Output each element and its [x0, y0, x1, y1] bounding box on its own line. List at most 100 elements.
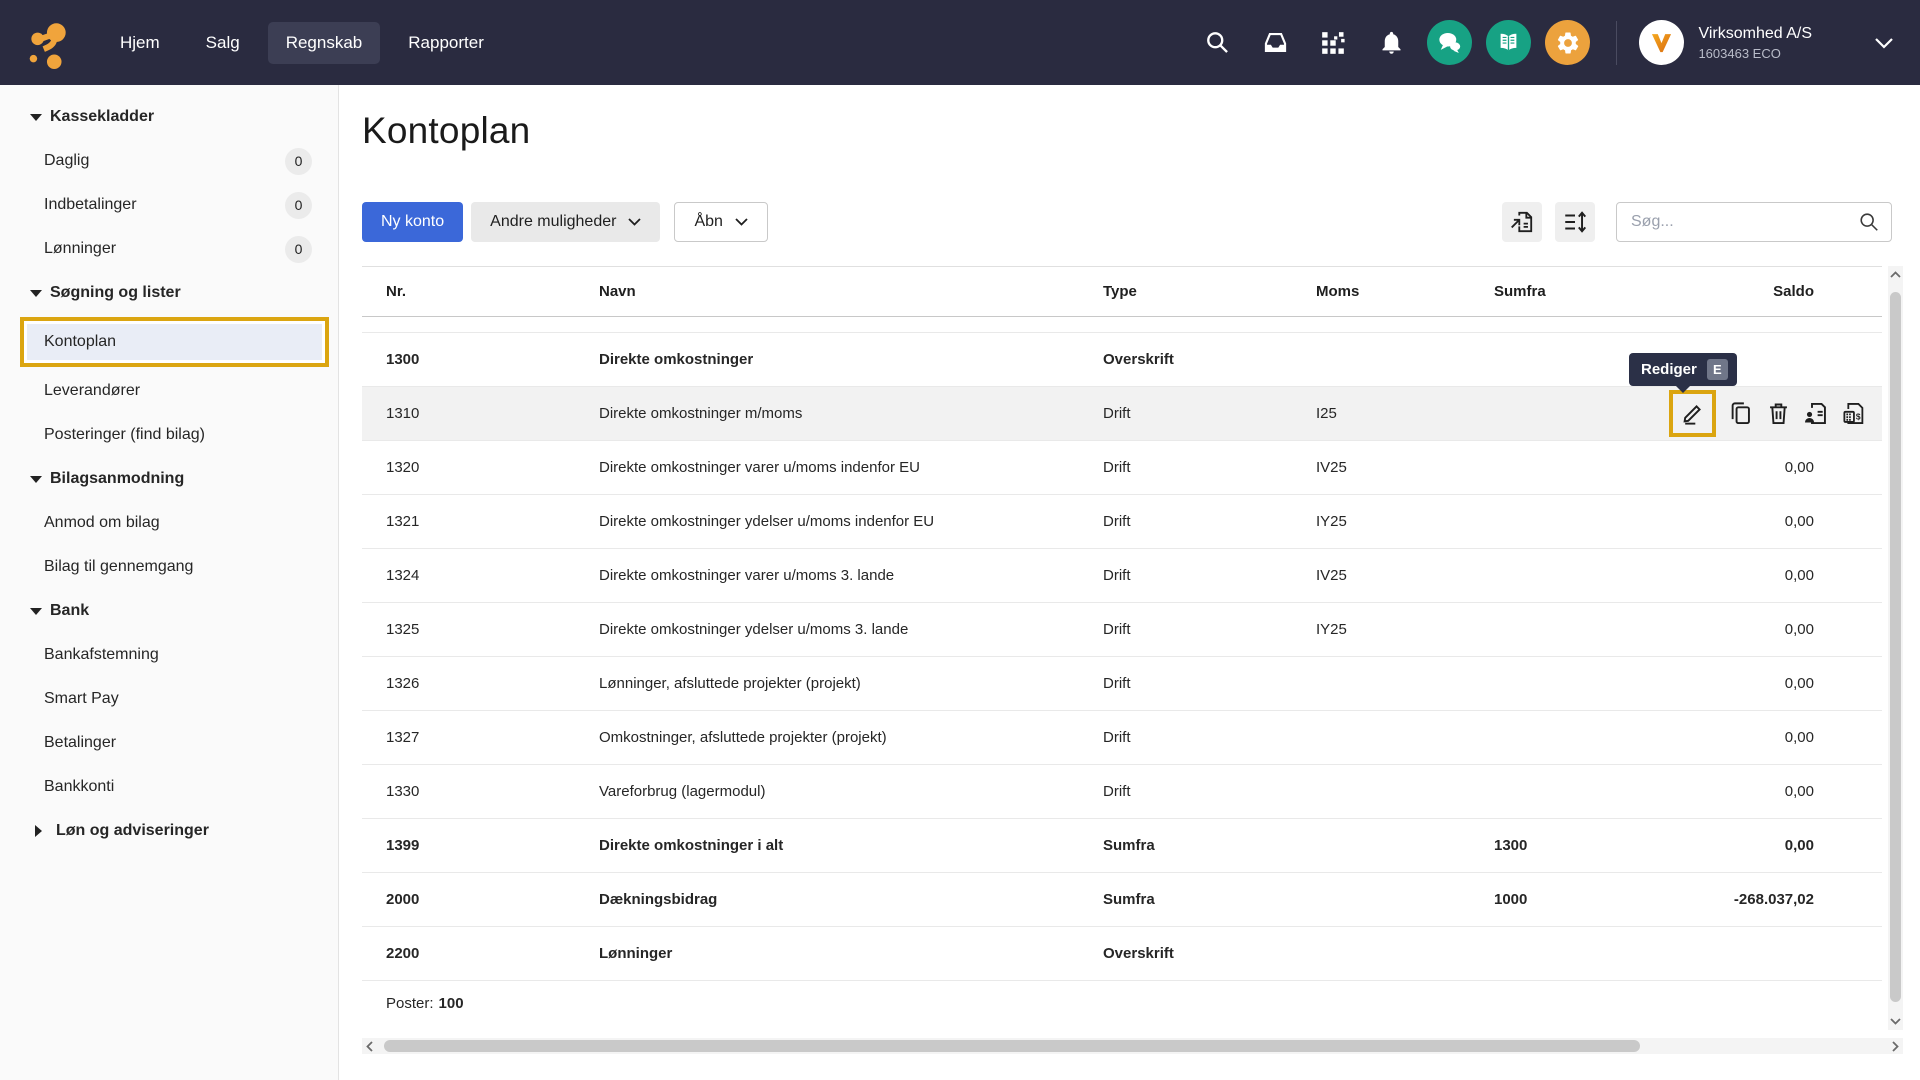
- sort-icon[interactable]: [1555, 202, 1595, 242]
- table-row-1327[interactable]: 1327Omkostninger, afsluttede projekter (…: [362, 711, 1882, 765]
- search-icon[interactable]: [1195, 21, 1239, 65]
- column-header-navn[interactable]: Navn: [599, 283, 1103, 300]
- horizontal-scrollbar[interactable]: [362, 1038, 1903, 1054]
- main-content: Kontoplan Ny konto Andre muligheder Åbn: [339, 85, 1920, 1080]
- cell-navn: Direkte omkostninger varer u/moms 3. lan…: [599, 567, 1103, 584]
- notifications-icon[interactable]: [1369, 21, 1413, 65]
- cell-navn: Direkte omkostninger: [599, 351, 1103, 368]
- column-header-saldo[interactable]: Saldo: [1674, 283, 1814, 300]
- table-row-2000[interactable]: 2000DækningsbidragSumfra1000-268.037,02: [362, 873, 1882, 927]
- sidebar-item-daglig[interactable]: Daglig0: [0, 139, 338, 183]
- sidebar-item-smart-pay[interactable]: Smart Pay: [0, 677, 338, 721]
- nav-item-hjem[interactable]: Hjem: [102, 22, 178, 64]
- nav-item-regnskab[interactable]: Regnskab: [268, 22, 381, 64]
- cell-nr: 2200: [386, 945, 599, 962]
- open-button[interactable]: Åbn: [674, 202, 767, 242]
- inbox-icon[interactable]: [1253, 21, 1297, 65]
- chat-icon[interactable]: [1427, 20, 1472, 65]
- export-icon[interactable]: [1502, 202, 1542, 242]
- sidebar-item-bilag-til-gennemgang[interactable]: Bilag til gennemgang: [0, 545, 338, 589]
- sidebar-item-bankafstemning[interactable]: Bankafstemning: [0, 633, 338, 677]
- sidebar-item-anmod-om-bilag[interactable]: Anmod om bilag: [0, 501, 338, 545]
- tooltip-label: Rediger: [1641, 361, 1697, 378]
- sidebar-section-bilagsanmodning[interactable]: Bilagsanmodning: [0, 457, 338, 501]
- column-header-type[interactable]: Type: [1103, 283, 1316, 300]
- sidebar-item-posteringer-find-bilag[interactable]: Posteringer (find bilag): [0, 413, 338, 457]
- sidebar-section-label: Kassekladder: [50, 108, 154, 126]
- sidebar-item-l-nninger[interactable]: Lønninger0: [0, 227, 338, 271]
- vertical-scroll-thumb[interactable]: [1890, 292, 1901, 1002]
- chevron-down-icon[interactable]: [1874, 37, 1894, 49]
- search-icon[interactable]: [1858, 211, 1880, 238]
- cell-nr: 1330: [386, 783, 599, 800]
- sidebar: Kassekladder Daglig0Indbetalinger0Lønning…: [0, 85, 339, 1080]
- more-options-label: Andre muligheder: [490, 213, 616, 231]
- navbar-right: Virksomhed A/S 1603463 ECO: [1181, 20, 1894, 65]
- sidebar-section-label: Løn og adviseringer: [56, 822, 209, 840]
- table-row-1325[interactable]: 1325Direkte omkostninger ydelser u/moms …: [362, 603, 1882, 657]
- cell-saldo: 0,00: [1674, 837, 1814, 854]
- table-row-1324[interactable]: 1324Direkte omkostninger varer u/moms 3.…: [362, 549, 1882, 603]
- sidebar-item-kontoplan[interactable]: Kontoplan: [20, 317, 329, 367]
- sidebar-item-leverand-rer[interactable]: Leverandører: [0, 369, 338, 413]
- cell-type: Drift: [1103, 513, 1316, 530]
- table-header-row: Nr.NavnTypeMomsSumfraSaldo: [362, 267, 1882, 317]
- sidebar-section-s-gning-og-lister[interactable]: Søgning og lister: [0, 271, 338, 315]
- navbar-divider: [1616, 21, 1617, 65]
- company-id: 1603463 ECO: [1698, 46, 1812, 61]
- nav-item-salg[interactable]: Salg: [188, 22, 258, 64]
- partial-row: [362, 317, 1882, 333]
- company-menu[interactable]: Virksomhed A/S 1603463 ECO: [1639, 20, 1812, 65]
- scroll-down-icon[interactable]: [1889, 1017, 1902, 1026]
- cell-navn: Direkte omkostninger i alt: [599, 837, 1103, 854]
- entries-icon[interactable]: [1803, 400, 1830, 427]
- cell-navn: Direkte omkostninger ydelser u/moms 3. l…: [599, 621, 1103, 638]
- copy-icon[interactable]: [1727, 400, 1754, 427]
- sidebar-section-bank[interactable]: Bank: [0, 589, 338, 633]
- sidebar-section-l-n-og-adviseringer[interactable]: Løn og adviseringer: [0, 809, 338, 853]
- new-account-button[interactable]: Ny konto: [362, 202, 463, 242]
- vertical-scrollbar[interactable]: [1888, 266, 1903, 1030]
- table-row-1320[interactable]: 1320Direkte omkostninger varer u/moms in…: [362, 441, 1882, 495]
- sidebar-section-label: Søgning og lister: [50, 284, 181, 302]
- horizontal-scroll-thumb[interactable]: [384, 1040, 1640, 1052]
- scroll-up-icon[interactable]: [1889, 270, 1902, 279]
- sidebar-item-indbetalinger[interactable]: Indbetalinger0: [0, 183, 338, 227]
- table-row-1330[interactable]: 1330Vareforbrug (lagermodul)Drift0,00: [362, 765, 1882, 819]
- sidebar-section-kassekladder[interactable]: Kassekladder: [0, 95, 338, 139]
- delete-icon[interactable]: [1765, 400, 1792, 427]
- edit-icon[interactable]: [1679, 400, 1706, 427]
- table-row-2200[interactable]: 2200LønningerOverskrift: [362, 927, 1882, 981]
- more-options-button[interactable]: Andre muligheder: [471, 202, 660, 242]
- accounts-table: Nr.NavnTypeMomsSumfraSaldo 1300Direkte o…: [362, 266, 1882, 1025]
- cell-saldo: 0,00: [1674, 675, 1814, 692]
- e-conomic-logo-icon[interactable]: [22, 17, 74, 69]
- cell-nr: 1399: [386, 837, 599, 854]
- cell-type: Overskrift: [1103, 351, 1316, 368]
- cell-type: Drift: [1103, 675, 1316, 692]
- shortcut-key-badge: E: [1707, 359, 1728, 380]
- apps-grid-icon[interactable]: [1311, 21, 1355, 65]
- sidebar-item-betalinger[interactable]: Betalinger: [0, 721, 338, 765]
- sidebar-item-label: Anmod om bilag: [44, 514, 320, 532]
- sidebar-section-label: Bilagsanmodning: [50, 470, 184, 488]
- sidebar-item-bankkonti[interactable]: Bankkonti: [0, 765, 338, 809]
- scroll-right-icon[interactable]: [1891, 1040, 1900, 1053]
- company-name: Virksomhed A/S: [1698, 25, 1812, 43]
- tooltip-arrow: [1675, 385, 1691, 393]
- table-search-input[interactable]: [1616, 202, 1892, 242]
- cell-saldo: 0,00: [1674, 783, 1814, 800]
- help-book-icon[interactable]: [1486, 20, 1531, 65]
- vat-calculator-icon[interactable]: $: [1841, 400, 1868, 427]
- table-row-1399[interactable]: 1399Direkte omkostninger i altSumfra1300…: [362, 819, 1882, 873]
- cell-type: Sumfra: [1103, 837, 1316, 854]
- nav-item-rapporter[interactable]: Rapporter: [390, 22, 502, 64]
- scroll-left-icon[interactable]: [365, 1040, 374, 1053]
- settings-gear-icon[interactable]: [1545, 20, 1590, 65]
- column-header-sumfra[interactable]: Sumfra: [1494, 283, 1674, 300]
- table-row-1326[interactable]: 1326Lønninger, afsluttede projekter (pro…: [362, 657, 1882, 711]
- table-row-1310[interactable]: 1310Direkte omkostninger m/momsDriftI25$…: [362, 387, 1882, 441]
- column-header-moms[interactable]: Moms: [1316, 283, 1494, 300]
- table-row-1321[interactable]: 1321Direkte omkostninger ydelser u/moms …: [362, 495, 1882, 549]
- column-header-nr[interactable]: Nr.: [386, 283, 599, 300]
